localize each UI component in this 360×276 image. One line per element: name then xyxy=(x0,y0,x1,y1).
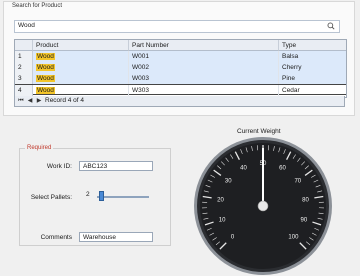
gauge-tick-label: 20 xyxy=(217,197,224,203)
pallets-value: 2 xyxy=(86,191,90,198)
table-row-current[interactable]: 4 Wood W303 Cedar xyxy=(15,84,346,95)
header-rownum xyxy=(15,40,33,51)
weight-gauge: 0102030405060708090100 xyxy=(193,136,333,276)
cell-product[interactable]: Wood xyxy=(33,85,129,96)
gauge-tick-label: 10 xyxy=(219,217,226,223)
search-icon[interactable] xyxy=(327,22,335,30)
search-input[interactable]: Wood xyxy=(14,20,340,33)
pallets-slider[interactable] xyxy=(97,196,149,198)
record-counter: Record 4 of 4 xyxy=(45,97,84,104)
cell-type[interactable]: Pine xyxy=(279,73,346,84)
work-id-label: Work ID: xyxy=(26,163,72,170)
table-row[interactable]: 3 Wood W003 Pine xyxy=(15,73,346,84)
row-number: 1 xyxy=(15,51,33,62)
cell-type[interactable]: Cedar xyxy=(279,85,346,96)
cell-product[interactable]: Wood xyxy=(33,51,129,62)
comments-field[interactable]: Warehouse xyxy=(79,232,153,242)
cell-product[interactable]: Wood xyxy=(33,62,129,73)
search-group-title: Search for Product xyxy=(12,3,62,9)
header-part-number[interactable]: Part Number xyxy=(129,40,279,51)
cell-type[interactable]: Balsa xyxy=(279,51,346,62)
first-record-icon[interactable]: ⏮ xyxy=(18,98,24,104)
cell-part-number[interactable]: W001 xyxy=(129,51,279,62)
gauge-tick-label: 40 xyxy=(240,166,247,172)
cell-product[interactable]: Wood xyxy=(33,73,129,84)
cell-type[interactable]: Cherry xyxy=(279,62,346,73)
gauge-title: Current Weight xyxy=(237,128,281,135)
row-number: 2 xyxy=(15,62,33,73)
table-row[interactable]: 1 Wood W001 Balsa xyxy=(15,51,346,62)
cell-part-number[interactable]: W002 xyxy=(129,62,279,73)
header-product[interactable]: Product xyxy=(33,40,129,51)
gauge-hub xyxy=(258,201,268,211)
cell-product-text: Wood xyxy=(36,87,55,94)
cell-product-text: Wood xyxy=(36,64,55,71)
cell-product-text: Wood xyxy=(36,75,55,82)
row-number: 4 xyxy=(15,85,33,96)
work-id-field[interactable]: ABC123 xyxy=(79,161,153,171)
product-grid: Product Part Number Type 1 Wood W001 Bal… xyxy=(14,39,347,98)
gauge-tick-label: 70 xyxy=(294,179,301,185)
cell-part-number[interactable]: W303 xyxy=(129,85,279,96)
header-type[interactable]: Type xyxy=(279,40,346,51)
table-row[interactable]: 2 Wood W002 Cherry xyxy=(15,62,346,73)
required-group-title: Required xyxy=(25,145,53,151)
gauge-tick-label: 60 xyxy=(279,166,286,172)
cell-part-number[interactable]: W003 xyxy=(129,73,279,84)
next-record-icon[interactable]: ▶ xyxy=(36,98,42,104)
gauge-tick-label: 90 xyxy=(301,217,308,223)
search-input-value: Wood xyxy=(18,22,35,29)
cell-product-text: Wood xyxy=(36,53,55,60)
record-navigator: ⏮ ◀ ▶ Record 4 of 4 xyxy=(14,96,345,107)
gauge-tick-label: 30 xyxy=(225,179,232,185)
pallets-slider-thumb[interactable] xyxy=(99,191,104,201)
pallets-label: Select Pallets: xyxy=(26,194,72,201)
row-number: 3 xyxy=(15,73,33,84)
gauge-tick-label: 80 xyxy=(302,197,309,203)
prev-record-icon[interactable]: ◀ xyxy=(27,98,33,104)
